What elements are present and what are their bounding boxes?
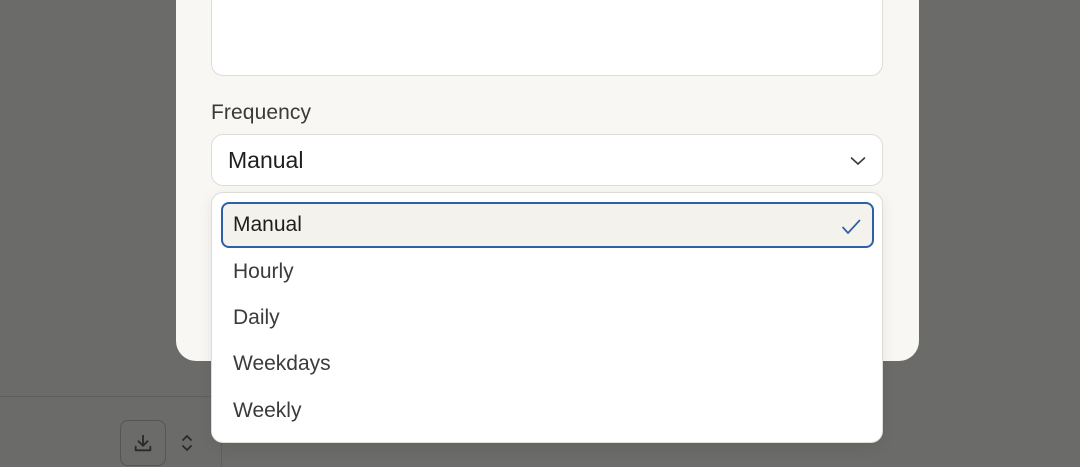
option-weekly[interactable]: Weekly — [221, 388, 874, 434]
option-label: Weekdays — [233, 352, 331, 375]
option-label: Hourly — [233, 260, 294, 283]
option-label: Manual — [233, 213, 302, 236]
download-button[interactable] — [120, 420, 166, 466]
download-icon — [134, 434, 152, 452]
check-icon — [842, 219, 861, 234]
option-label: Daily — [233, 306, 280, 329]
sort-toggle-button[interactable] — [176, 430, 198, 456]
option-hourly[interactable]: Hourly — [221, 249, 874, 295]
chevron-up-down-icon — [182, 435, 192, 451]
option-weekdays[interactable]: Weekdays — [221, 341, 874, 387]
frequency-dropdown-menu: Manual Hourly Daily Weekdays Weekly — [211, 192, 883, 443]
option-manual[interactable]: Manual — [221, 202, 874, 248]
option-label: Weekly — [233, 399, 302, 422]
frequency-select-value: Manual — [228, 146, 304, 173]
frequency-label: Frequency — [211, 101, 312, 124]
frequency-select[interactable]: Manual — [211, 134, 883, 186]
description-textarea[interactable] — [211, 0, 883, 76]
option-daily[interactable]: Daily — [221, 295, 874, 341]
chevron-down-icon — [849, 152, 867, 170]
